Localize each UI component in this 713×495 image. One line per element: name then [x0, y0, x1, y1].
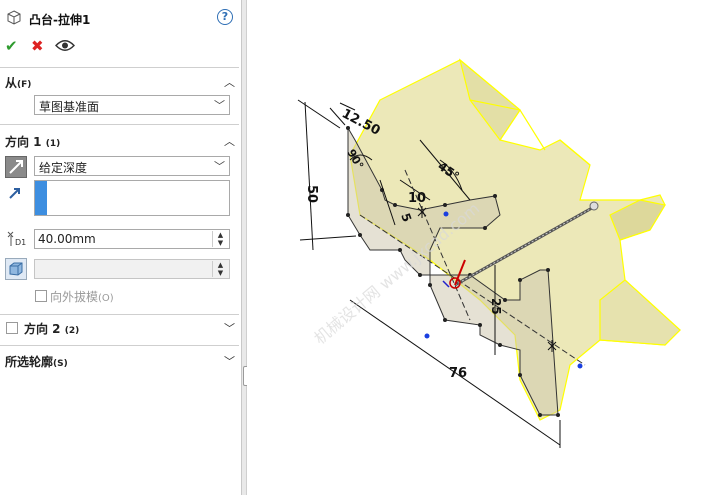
divider	[0, 67, 239, 68]
from-section-title[interactable]: 从(F)	[5, 74, 31, 91]
property-manager-panel: 凸台-拉伸1 ? ✔ ✖ 从(F) ︿ 草图基准面 ﹀ 方向 1 (1) ︿ 给定…	[0, 0, 242, 495]
divider	[0, 124, 239, 125]
action-bar: ✔ ✖	[0, 36, 242, 58]
direction-reference-box[interactable]	[34, 180, 230, 216]
draft-outward-label: 向外拔模(O)	[50, 290, 114, 304]
draft-outward-checkbox[interactable]	[35, 290, 47, 302]
model-view: 12.50 45° 10 5 50 90° 25 76 机械设计网 www.jx…	[297, 58, 681, 448]
from-select[interactable]: 草图基准面 ﹀	[34, 95, 230, 115]
direction-arrow-icon	[6, 184, 28, 206]
selected-contours-section-title[interactable]: 所选轮廓(S)	[5, 353, 68, 370]
selection-color-bar	[35, 181, 47, 215]
feature-title: 凸台-拉伸1	[29, 13, 91, 27]
extrude-feature-icon	[7, 10, 21, 25]
dim-76: 76	[449, 366, 467, 381]
end-condition-select[interactable]: 给定深度 ﹀	[34, 156, 230, 176]
collapse-chevron-icon[interactable]: ︿	[224, 133, 235, 149]
reverse-direction-icon[interactable]	[5, 156, 27, 178]
direction2-checkbox[interactable]	[6, 322, 18, 334]
graphics-viewport[interactable]: 12.50 45° 10 5 50 90° 25 76 机械设计网 www.jx…	[247, 0, 713, 495]
divider	[0, 345, 239, 346]
direction1-section-title[interactable]: 方向 1 (1)	[5, 133, 60, 150]
panel-header: 凸台-拉伸1 ?	[0, 0, 242, 34]
dim-50: 50	[304, 185, 319, 203]
dim-25: 25	[489, 298, 503, 315]
depth-input[interactable]: 40.00mm ▲ ▼	[34, 229, 230, 249]
collapse-chevron-icon[interactable]: ︿	[224, 74, 235, 90]
dropdown-arrow-icon: ﹀	[214, 99, 225, 112]
help-icon[interactable]: ?	[217, 9, 233, 25]
divider	[0, 314, 239, 315]
draft-angle-input[interactable]: ▲ ▼	[34, 259, 230, 279]
expand-chevron-icon[interactable]: ﹀	[224, 353, 235, 369]
dropdown-arrow-icon: ﹀	[214, 160, 225, 173]
expand-chevron-icon[interactable]: ﹀	[224, 320, 235, 336]
ok-check-icon[interactable]: ✔	[5, 37, 18, 55]
dim-10: 10	[408, 191, 426, 206]
direction2-section-title[interactable]: 方向 2 (2)	[24, 320, 79, 337]
preview-eye-icon[interactable]	[55, 39, 75, 52]
cancel-x-icon[interactable]: ✖	[31, 37, 44, 55]
draft-toggle-icon[interactable]	[5, 258, 27, 280]
draft-spinner[interactable]: ▲ ▼	[212, 261, 228, 277]
depth-spinner[interactable]: ▲ ▼	[212, 231, 228, 247]
svg-text:D1: D1	[15, 238, 26, 247]
depth-dimension-icon: D1	[5, 228, 27, 250]
